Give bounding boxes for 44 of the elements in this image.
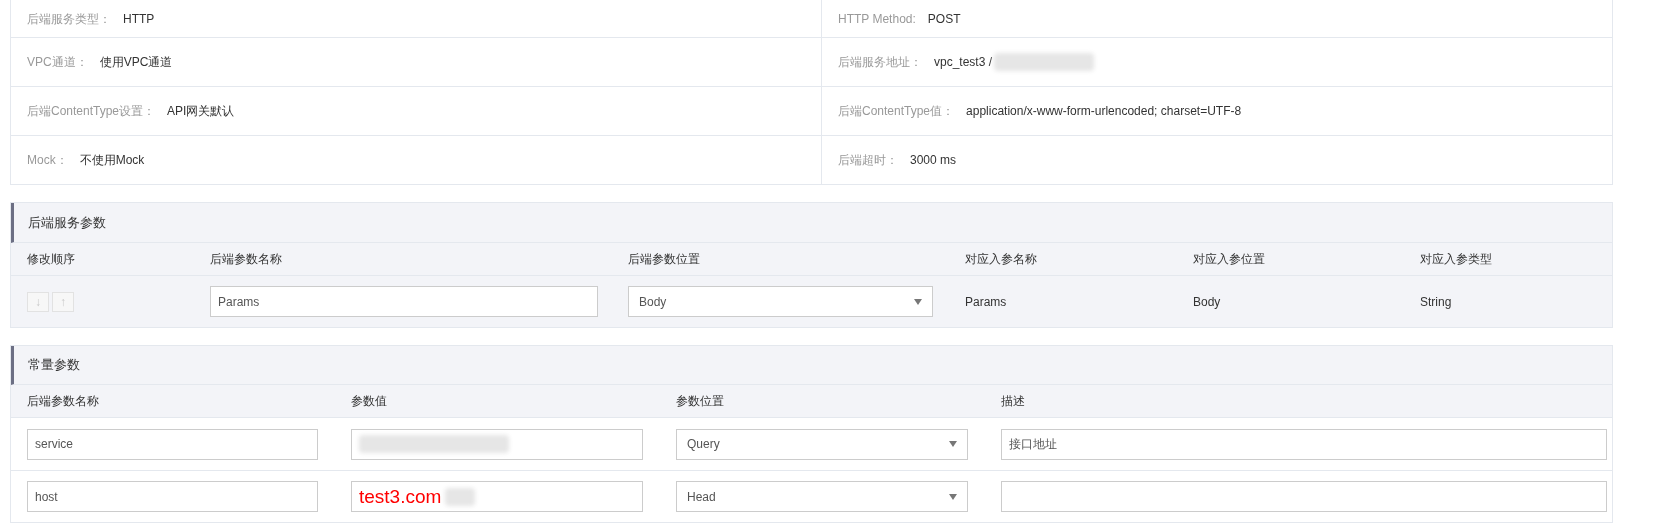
field-label: 后端服务地址： (838, 54, 922, 71)
input-field[interactable]: Params (210, 286, 598, 317)
column-header: 后端参数位置 (628, 251, 701, 268)
field-value: application/x-www-form-urlencoded; charset=UTF-8 (966, 103, 1242, 120)
section-title: 后端服务参数 (28, 213, 106, 232)
column-header: 参数值 (351, 393, 388, 410)
column-header: 后端参数名称 (27, 393, 100, 410)
input-field[interactable] (351, 428, 643, 460)
column-header: 对应入参名称 (965, 251, 1038, 268)
field-label: HTTP Method: (838, 10, 916, 28)
section-title: 常量参数 (28, 356, 80, 375)
field-value: POST (927, 10, 961, 28)
column-header: 描述 (1001, 393, 1026, 410)
field-value: 不使用Mock (79, 152, 145, 169)
input-field[interactable] (1001, 481, 1607, 512)
caret-icon (949, 441, 957, 447)
field-label: 后端ContentType设置： (27, 103, 156, 120)
field-value: vpc_test3 / (934, 54, 993, 71)
input-field[interactable]: 接口地址 (1001, 428, 1607, 460)
field-label: 后端超时： (838, 152, 898, 169)
field-value: 3000 ms (910, 152, 957, 169)
table-cell-text: String (1420, 293, 1453, 311)
table-cell-text: Body (1193, 293, 1222, 311)
field-value: HTTP (123, 10, 155, 28)
field-label: Mock： (27, 152, 68, 169)
column-header: 对应入参类型 (1420, 251, 1493, 268)
field-label: VPC通道： (27, 54, 88, 71)
caret-icon (949, 493, 957, 500)
select-field[interactable]: Head (676, 481, 968, 512)
select-field[interactable]: Body (628, 286, 933, 317)
caret-icon (914, 298, 922, 305)
input-field[interactable]: service (27, 428, 318, 460)
field-label: 后端ContentType值： (838, 103, 955, 120)
input-field[interactable]: host (27, 481, 318, 512)
column-header: 后端参数名称 (210, 251, 283, 268)
select-field[interactable]: Query (676, 428, 968, 460)
input-field[interactable]: test3.com (351, 481, 643, 512)
column-header: 修改顺序 (27, 251, 76, 268)
table-cell-text: Params (965, 293, 1008, 311)
field-label: 后端服务类型： (27, 10, 111, 28)
field-value: 使用VPC通道 (99, 54, 173, 71)
column-header: 参数位置 (676, 393, 725, 410)
field-value: API网关默认 (167, 103, 235, 120)
column-header: 对应入参位置 (1193, 251, 1266, 268)
